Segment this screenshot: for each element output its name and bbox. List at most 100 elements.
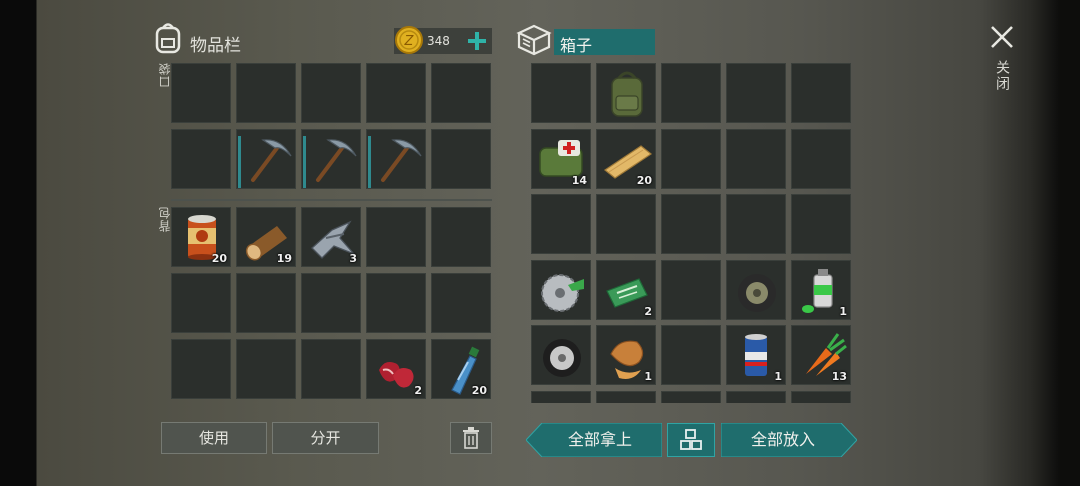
item-slot-metal-parts[interactable]: 3 — [301, 207, 361, 267]
take-all-label: 全部拿上 — [567, 430, 632, 449]
empty-slot[interactable] — [236, 339, 296, 399]
box-name-field[interactable]: 箱子 — [554, 29, 655, 55]
item-quantity: 20 — [636, 173, 652, 187]
backpack-icon — [611, 71, 643, 117]
grid-icon — [680, 429, 702, 450]
item-slot-spray-can[interactable]: 1 — [791, 259, 851, 320]
empty-slot[interactable] — [791, 194, 851, 254]
item-slot-backpack[interactable] — [596, 63, 656, 123]
item-quantity: 19 — [276, 252, 292, 265]
empty-slot[interactable] — [171, 129, 231, 189]
box-icon — [516, 23, 552, 57]
saw-blade-icon — [541, 273, 584, 312]
empty-slot[interactable] — [531, 63, 591, 123]
empty-slot[interactable] — [661, 194, 721, 254]
empty-slot[interactable] — [431, 129, 491, 189]
empty-slot[interactable] — [726, 128, 786, 189]
empty-slot[interactable] — [366, 63, 426, 123]
take-all-button[interactable]: 全部拿上 — [526, 423, 662, 457]
empty-slot[interactable] — [366, 273, 426, 333]
item-slot-water-bottle[interactable]: 20 — [431, 339, 491, 399]
item-slot-beer-can[interactable]: 1 — [726, 325, 786, 385]
item-slot-saw-blade[interactable] — [531, 259, 591, 320]
item-quantity: 20 — [211, 252, 227, 265]
add-coins-button[interactable] — [466, 30, 488, 52]
empty-slot[interactable] — [531, 390, 591, 403]
empty-slot[interactable] — [236, 63, 296, 123]
discard-button[interactable] — [450, 422, 492, 454]
empty-slot[interactable] — [171, 63, 231, 123]
item-slot-plank[interactable]: 20 — [596, 128, 656, 189]
pickaxe-icon — [316, 139, 357, 182]
tire-icon — [738, 273, 776, 312]
empty-slot[interactable] — [661, 259, 721, 320]
item-slot-log[interactable]: 19 — [236, 207, 296, 267]
item-slot-raw-meat[interactable]: 2 — [366, 339, 426, 399]
item-quantity: 2 — [644, 304, 652, 318]
backpack-icon — [154, 22, 182, 54]
empty-slot[interactable] — [791, 63, 851, 123]
split-button[interactable]: 分开 — [272, 422, 379, 454]
item-slot-ration-coupon[interactable]: 2 — [596, 259, 656, 320]
empty-slot[interactable] — [366, 207, 426, 267]
item-quantity: 1 — [644, 370, 652, 383]
empty-slot[interactable] — [726, 194, 786, 254]
item-quantity: 20 — [471, 384, 487, 397]
empty-slot[interactable] — [431, 273, 491, 333]
item-quantity: 1 — [774, 370, 782, 383]
item-slot-carrot[interactable]: 13 — [791, 325, 851, 385]
empty-slot[interactable] — [791, 390, 851, 403]
empty-slot[interactable] — [661, 390, 721, 403]
box-title: 箱子 — [560, 36, 593, 55]
item-slot-leather-scraps[interactable]: 1 — [596, 325, 656, 385]
close-button[interactable]: 关闭 — [984, 22, 1020, 102]
empty-slot[interactable] — [531, 194, 591, 254]
section-divider — [171, 199, 492, 201]
item-slot-canned-food[interactable]: 20 — [171, 207, 231, 267]
empty-slot[interactable] — [301, 63, 361, 123]
item-slot-pickaxe[interactable] — [366, 129, 426, 189]
item-slot-pickaxe[interactable] — [301, 129, 361, 189]
empty-slot[interactable] — [661, 63, 721, 123]
box-grid: 14 20 2 1 1 1 13 — [531, 63, 853, 403]
coin-icon: Z — [394, 25, 424, 55]
pocket-grid — [171, 63, 493, 193]
empty-slot[interactable] — [301, 273, 361, 333]
put-all-button[interactable]: 全部放入 — [721, 423, 857, 457]
svg-text:Z: Z — [404, 34, 415, 49]
empty-slot[interactable] — [171, 339, 231, 399]
empty-slot[interactable] — [431, 63, 491, 123]
item-quantity: 13 — [831, 370, 847, 383]
item-slot-tire[interactable] — [726, 259, 786, 320]
item-quantity: 1 — [839, 304, 847, 318]
empty-slot[interactable] — [301, 339, 361, 399]
item-quantity: 3 — [349, 252, 357, 265]
plus-icon — [468, 32, 486, 50]
close-label: 关闭 — [994, 60, 1010, 92]
empty-slot[interactable] — [661, 325, 721, 385]
use-button[interactable]: 使用 — [161, 422, 267, 454]
item-slot-medkit-bag[interactable]: 14 — [531, 128, 591, 189]
trash-icon — [463, 427, 479, 449]
put-all-label: 全部放入 — [750, 430, 815, 449]
item-quantity: 14 — [571, 173, 587, 187]
empty-slot[interactable] — [171, 273, 231, 333]
pickaxe-icon — [251, 139, 292, 182]
empty-slot[interactable] — [596, 390, 656, 403]
item-quantity: 2 — [414, 384, 422, 397]
empty-slot[interactable] — [791, 128, 851, 189]
empty-slot[interactable] — [661, 128, 721, 189]
close-icon — [991, 26, 1013, 48]
empty-slot[interactable] — [431, 207, 491, 267]
empty-slot[interactable] — [596, 194, 656, 254]
empty-slot[interactable] — [726, 63, 786, 123]
item-slot-pickaxe[interactable] — [236, 129, 296, 189]
inventory-title: 物品栏 — [190, 36, 241, 56]
empty-slot[interactable] — [236, 273, 296, 333]
backpack-grid: 20 19 3 2 20 — [171, 207, 493, 403]
sort-button[interactable] — [667, 423, 715, 457]
coin-amount: 348 — [427, 34, 450, 48]
item-slot-wheel[interactable] — [531, 325, 591, 385]
empty-slot[interactable] — [726, 390, 786, 403]
wheel-icon — [543, 339, 581, 377]
